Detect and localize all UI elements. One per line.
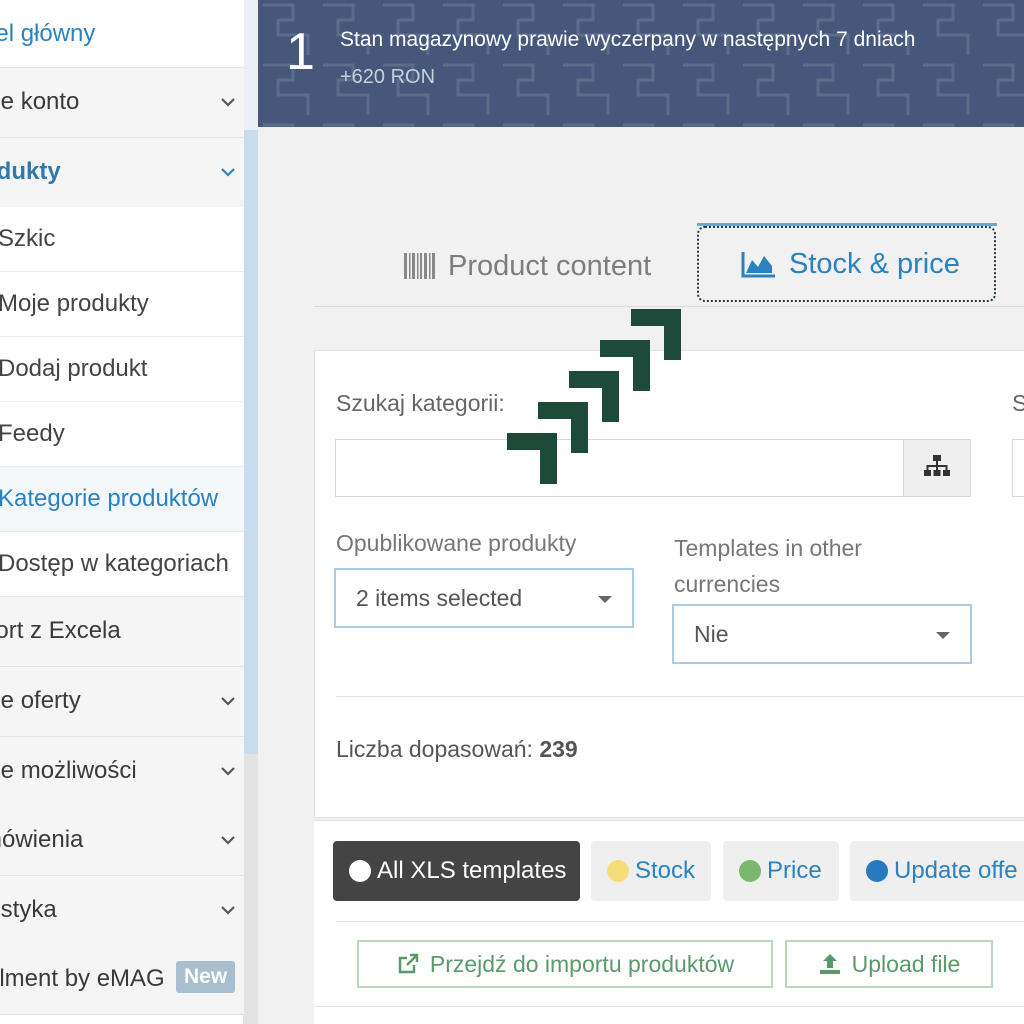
sidebar-item-dashboard[interactable]: nel główny bbox=[0, 0, 244, 68]
sidebar-subitem-draft[interactable]: Szkic bbox=[0, 207, 244, 272]
sidebar-item-label: oje oferty bbox=[0, 687, 81, 714]
sidebar-item-excel-import[interactable]: port z Excela bbox=[0, 597, 244, 667]
published-products-select[interactable]: 2 items selected bbox=[334, 568, 634, 628]
sidebar-item-label: oje konto bbox=[0, 88, 80, 115]
arrows-graphic bbox=[507, 309, 681, 484]
tab-label: Stock & price bbox=[789, 247, 960, 280]
tab-stock-price[interactable]: Stock & price bbox=[697, 226, 996, 302]
chip-price[interactable]: Price bbox=[723, 841, 839, 901]
sitemap-icon bbox=[924, 454, 950, 482]
sidebar: nel główny oje konto odukty Szkic Moje p… bbox=[0, 0, 244, 1024]
caret-down-icon bbox=[936, 632, 950, 639]
white-dot-icon bbox=[349, 860, 371, 882]
tab-product-content[interactable]: Product content bbox=[404, 228, 651, 304]
chip-label: Update offe bbox=[894, 857, 1018, 884]
sidebar-scrollbar[interactable] bbox=[244, 0, 258, 1024]
scrollbar-track bbox=[244, 754, 258, 1024]
scrollbar-thumb[interactable] bbox=[244, 130, 258, 754]
templates-currency-select[interactable]: Nie bbox=[672, 604, 972, 664]
match-count: Liczba dopasowań: 239 bbox=[336, 736, 578, 763]
second-filter-input[interactable] bbox=[1012, 439, 1024, 497]
sidebar-subitem-category-access[interactable]: Dostęp w kategoriach bbox=[0, 532, 244, 597]
select-value: 2 items selected bbox=[356, 585, 523, 611]
stock-alert-banner[interactable]: 1 Stan magazynowy prawie wyczerpany w na… bbox=[258, 0, 1024, 127]
chip-label: Stock bbox=[635, 857, 696, 884]
sidebar-subitem-categories[interactable]: Kategorie produktów bbox=[0, 467, 244, 532]
chevron-down-icon bbox=[220, 693, 236, 709]
caret-down-icon bbox=[598, 596, 612, 603]
sidebar-subitem-my-products[interactable]: Moje produkty bbox=[0, 272, 244, 337]
sidebar-subitem-label: Dodaj produkt bbox=[0, 355, 148, 382]
sidebar-subitem-label: Feedy bbox=[0, 420, 65, 447]
sidebar-item-label: lfilment by eMAG bbox=[0, 965, 165, 992]
alert-value: +620 RON bbox=[340, 66, 436, 88]
button-label: Upload file bbox=[851, 950, 961, 977]
chip-update-offers[interactable]: Update offe bbox=[850, 841, 1024, 901]
sidebar-item-label: odukty bbox=[0, 158, 61, 185]
sidebar-item-offers[interactable]: oje oferty bbox=[0, 667, 244, 737]
sidebar-item-fulfilment[interactable]: lfilment by eMAG New bbox=[0, 945, 244, 1015]
sidebar-item-label: nel główny bbox=[0, 20, 96, 47]
sidebar-item-label: oje możliwości bbox=[0, 757, 137, 784]
external-link-icon bbox=[396, 952, 420, 976]
bottom-divider bbox=[314, 1006, 1024, 1007]
chip-label: All XLS templates bbox=[377, 857, 567, 884]
sidebar-item-account[interactable]: oje konto bbox=[0, 68, 244, 138]
published-products-label: Opublikowane produkty bbox=[336, 530, 577, 556]
sidebar-subitem-label: Kategorie produktów bbox=[0, 485, 219, 512]
match-label: Liczba dopasowań: bbox=[336, 736, 533, 762]
green-dot-icon bbox=[739, 860, 761, 882]
match-value: 239 bbox=[539, 736, 578, 762]
chevron-down-icon bbox=[220, 902, 236, 918]
area-chart-icon bbox=[741, 250, 777, 278]
chevron-down-icon bbox=[220, 94, 236, 110]
alert-title: Stan magazynowy prawie wyczerpany w nast… bbox=[340, 28, 916, 51]
sidebar-item-label: port z Excela bbox=[0, 617, 121, 644]
sidebar-subitem-feeds[interactable]: Feedy bbox=[0, 402, 244, 467]
sidebar-item-label: gistyka bbox=[0, 896, 57, 923]
sidebar-item-products[interactable]: odukty bbox=[0, 138, 244, 208]
sidebar-subitem-label: Szkic bbox=[0, 225, 56, 252]
chevron-down-icon bbox=[220, 164, 236, 180]
templates-currency-label: Templates in other currencies bbox=[674, 535, 862, 597]
sidebar-subitem-label: Dostęp w kategoriach bbox=[0, 550, 229, 577]
chip-stock[interactable]: Stock bbox=[591, 841, 711, 901]
chip-label: Price bbox=[767, 857, 822, 884]
chip-all-xls-templates[interactable]: All XLS templates bbox=[333, 841, 580, 901]
sidebar-item-logistics[interactable]: gistyka bbox=[0, 876, 244, 946]
button-label: Przejdź do importu produktów bbox=[429, 950, 735, 977]
sidebar-item-label: mówienia bbox=[0, 826, 84, 853]
yellow-dot-icon bbox=[607, 860, 629, 882]
sidebar-subitem-add-product[interactable]: Dodaj produkt bbox=[0, 337, 244, 402]
go-to-import-button[interactable]: Przejdź do importu produktów bbox=[357, 940, 773, 988]
arrow-step-icon bbox=[507, 433, 557, 484]
sidebar-item-opportunities[interactable]: oje możliwości bbox=[0, 737, 244, 807]
category-tree-button[interactable] bbox=[903, 439, 971, 497]
sidebar-subitem-label: Moje produkty bbox=[0, 290, 149, 317]
upload-icon bbox=[818, 952, 842, 976]
chevron-down-icon bbox=[220, 832, 236, 848]
search-category-label: Szukaj kategorii: bbox=[336, 390, 505, 416]
banner-pattern bbox=[258, 0, 1024, 127]
new-badge: New bbox=[176, 961, 236, 993]
select-value: Nie bbox=[694, 621, 729, 647]
chips-divider bbox=[336, 921, 1024, 922]
panel-divider bbox=[336, 696, 1024, 697]
second-filter-label: S bbox=[1012, 390, 1024, 416]
alert-count: 1 bbox=[286, 23, 315, 81]
blue-dot-icon bbox=[866, 860, 888, 882]
sidebar-item-orders[interactable]: mówienia bbox=[0, 806, 244, 876]
tab-label: Product content bbox=[448, 249, 652, 282]
chevron-down-icon bbox=[220, 763, 236, 779]
upload-file-button[interactable]: Upload file bbox=[785, 940, 993, 988]
barcode-icon bbox=[404, 253, 436, 279]
